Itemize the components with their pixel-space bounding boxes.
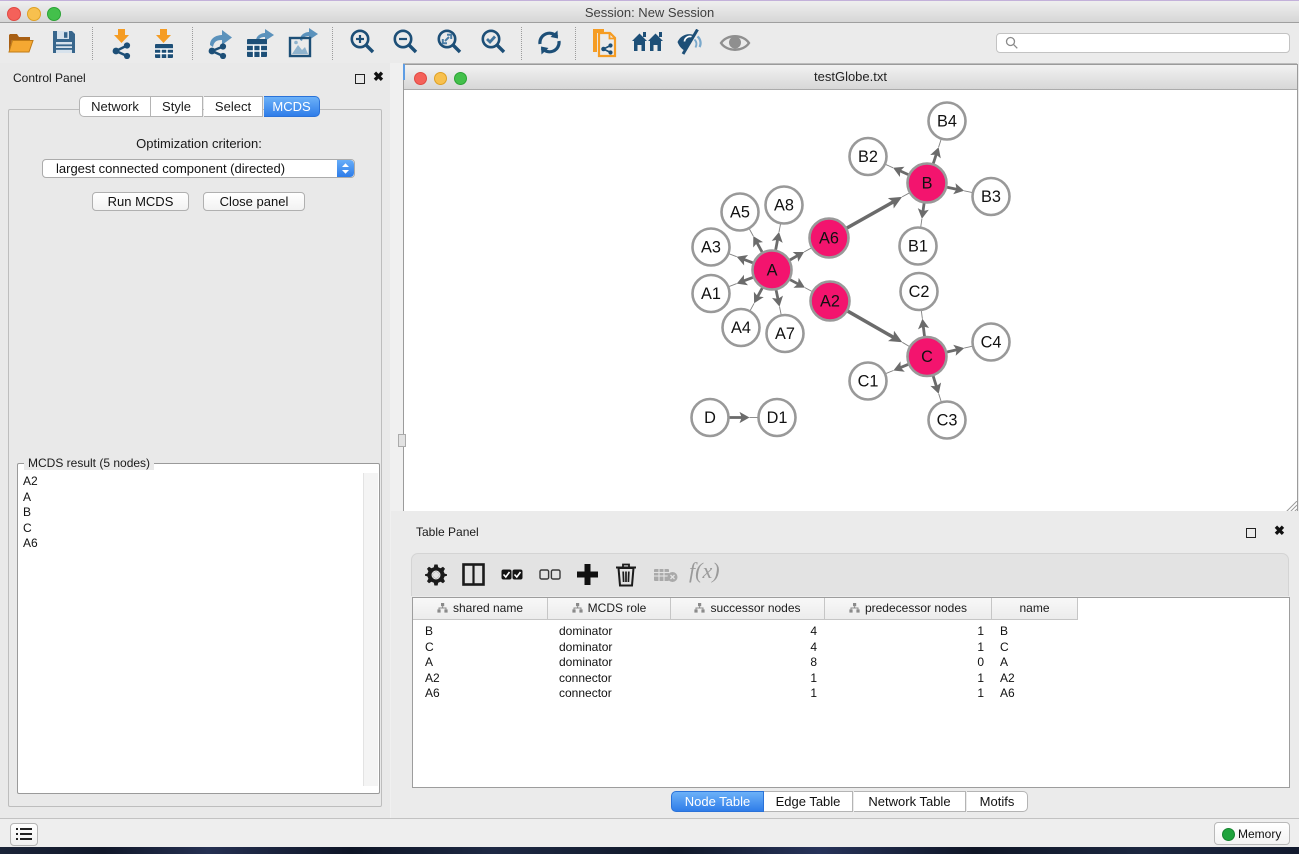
- svg-text:D: D: [704, 409, 716, 427]
- svg-text:C1: C1: [858, 373, 879, 391]
- svg-text:B4: B4: [937, 113, 957, 131]
- svg-text:A: A: [767, 262, 778, 280]
- svg-text:B: B: [922, 175, 933, 193]
- svg-text:A6: A6: [819, 230, 839, 248]
- svg-text:A4: A4: [731, 319, 751, 337]
- svg-text:C: C: [921, 348, 933, 366]
- svg-text:D1: D1: [767, 409, 788, 427]
- svg-text:B1: B1: [908, 238, 928, 256]
- svg-text:A8: A8: [774, 197, 794, 215]
- svg-text:A3: A3: [701, 239, 721, 257]
- svg-text:C2: C2: [909, 283, 930, 301]
- svg-text:C3: C3: [937, 412, 958, 430]
- svg-text:A7: A7: [775, 325, 795, 343]
- svg-text:B3: B3: [981, 188, 1001, 206]
- svg-text:B2: B2: [858, 148, 878, 166]
- svg-text:A5: A5: [730, 204, 750, 222]
- svg-text:A1: A1: [701, 285, 721, 303]
- svg-text:C4: C4: [981, 334, 1002, 352]
- svg-text:A2: A2: [820, 293, 840, 311]
